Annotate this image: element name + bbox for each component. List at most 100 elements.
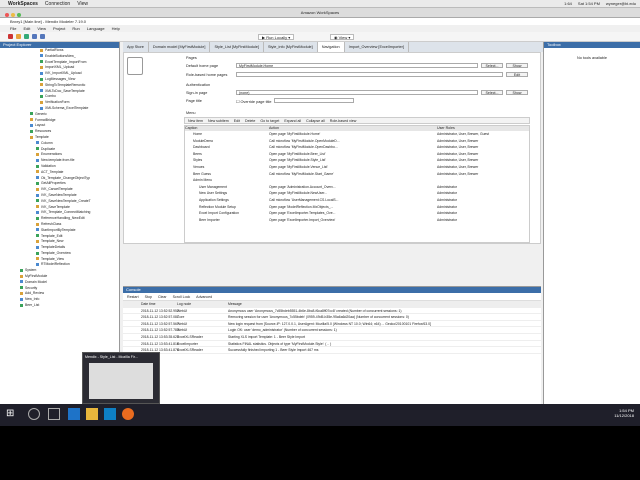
taskbar: ⊞ 1:54 PM 11/12/2018 bbox=[0, 404, 640, 426]
log-time: 2018-11-12 13:52:57.087 bbox=[141, 315, 179, 320]
new-subitem-button[interactable]: New subitem bbox=[208, 118, 229, 123]
open-icon[interactable] bbox=[16, 34, 21, 39]
log-message: New login request from [Source-IP: 127.0… bbox=[228, 321, 431, 326]
restart-button[interactable]: Restart bbox=[127, 293, 139, 300]
message-header[interactable]: Message bbox=[228, 301, 541, 307]
menu-edit[interactable]: Edit bbox=[23, 25, 30, 32]
tree-item-icon bbox=[40, 60, 43, 64]
tree-item-icon bbox=[36, 205, 39, 209]
select-signin-button[interactable]: Select... bbox=[481, 90, 503, 95]
tree-item-icon bbox=[40, 100, 43, 104]
expand-all-button[interactable]: Expand all bbox=[284, 118, 301, 123]
menu-connection[interactable]: Connection bbox=[45, 1, 70, 7]
delete-item-button[interactable]: Delete bbox=[245, 118, 255, 123]
console-row[interactable]: 2018-11-12 13:53:41.816 ExcelImporter Stat… bbox=[123, 341, 541, 348]
run-locally-button[interactable]: ▶ Run Locally ▾ bbox=[258, 34, 295, 40]
tree-item-icon bbox=[40, 77, 43, 81]
tree-item-icon bbox=[36, 257, 39, 261]
console-row[interactable]: 2018-11-12 13:53:35.623 ExcelXLSReader Sta… bbox=[123, 334, 541, 341]
view-button[interactable]: ◉ View ▾ bbox=[330, 34, 355, 40]
new-icon[interactable] bbox=[8, 34, 13, 39]
new-item-button[interactable]: New item bbox=[188, 118, 203, 123]
menu-item-row[interactable]: Reflection Module Setup Open page 'ModelR… bbox=[185, 204, 529, 211]
firefox-icon[interactable] bbox=[122, 408, 134, 420]
workspaces-app-name[interactable]: WorkSpaces bbox=[8, 1, 38, 7]
toolbox-panel: Toolbox No tools available bbox=[543, 42, 640, 404]
tab-domain-model[interactable]: Domain model [MyFirstModule] bbox=[149, 42, 211, 52]
menu-item-row[interactable]: Beer Guess Call microflow 'MyFirstModule.… bbox=[185, 171, 529, 178]
show-home-button[interactable]: Show bbox=[506, 63, 528, 68]
console-row[interactable]: 2018-11-12 13:52:57.567 WebUI New login re… bbox=[123, 321, 541, 328]
mendix-taskbar-icon[interactable] bbox=[104, 408, 116, 420]
edit-roles-button[interactable]: Edit bbox=[506, 72, 528, 77]
tree-item[interactable]: Beer_List bbox=[0, 303, 119, 309]
override-title-checkbox[interactable]: ☐ Override page title bbox=[236, 99, 272, 104]
start-icon[interactable]: ⊞ bbox=[6, 408, 18, 420]
menu-roles: Administrator, User, Brewer bbox=[437, 145, 479, 150]
console-row[interactable]: 2018-11-12 13:53:41.874 ExcelXLSReader Suc… bbox=[123, 347, 541, 354]
menu-item-row[interactable]: Excel Import Configuration Open page 'Exc… bbox=[185, 210, 529, 217]
menu-view-app[interactable]: View bbox=[37, 25, 46, 32]
tree-item-label: IVK_ImportXML_Upload bbox=[45, 71, 82, 76]
menu-file[interactable]: File bbox=[10, 25, 16, 32]
tab-style-info[interactable]: Style_info [MyFirstModule] bbox=[264, 42, 318, 52]
edit-item-button[interactable]: Edit bbox=[234, 118, 240, 123]
tree-item-icon bbox=[36, 251, 39, 255]
advanced-button[interactable]: Advanced bbox=[196, 293, 212, 300]
edge-icon[interactable] bbox=[68, 408, 80, 420]
go-to-target-button[interactable]: Go to target bbox=[260, 118, 279, 123]
log-message: Statistics FINAL statistics. Objects of … bbox=[228, 341, 332, 346]
console-row[interactable]: 2018-11-12 13:52:57.087 Core Removing sess… bbox=[123, 314, 541, 321]
tree-item-label: ReferenceHandling_NewEdit bbox=[41, 216, 85, 221]
workspaces-window-title: Amazon WorkSpaces bbox=[0, 8, 640, 18]
tab-import-overview[interactable]: Import_Overview [ExcelImporter] bbox=[345, 42, 409, 52]
menu-language[interactable]: Language bbox=[87, 25, 105, 32]
menu-item-row[interactable]: ModuleDemo Call microflow 'MyFirstModule.… bbox=[185, 138, 529, 145]
clear-button[interactable]: Clear bbox=[158, 293, 167, 300]
tab-navigation[interactable]: Navigation bbox=[317, 42, 345, 52]
task-view-icon[interactable] bbox=[48, 408, 60, 420]
tab-style-list[interactable]: Style_List [MyFirstModule] bbox=[210, 42, 264, 52]
scroll-lock-button[interactable]: Scroll Lock bbox=[173, 293, 191, 300]
page-title-field[interactable] bbox=[274, 98, 354, 103]
tree-item-label: ExcelTemplate_ImportFrom bbox=[45, 59, 87, 64]
default-home-field[interactable]: MyFirstModule.Home bbox=[236, 63, 478, 68]
role-based-view-button[interactable]: Role-based view bbox=[330, 118, 357, 123]
menu-item-row[interactable]: Styles Open page 'MyFirstModule.Style_Lis… bbox=[185, 157, 529, 164]
console-row[interactable]: 2018-11-12 13:52:52.952 WebUI Anonymous us… bbox=[123, 308, 541, 315]
menu-run[interactable]: Run bbox=[72, 25, 79, 32]
menu-item-row[interactable]: Beers Open page 'MyFirstModule.Beer_List'… bbox=[185, 151, 529, 158]
lognode-header[interactable]: Log node bbox=[177, 301, 228, 307]
redo-icon[interactable] bbox=[40, 34, 45, 39]
menu-help[interactable]: Help bbox=[112, 25, 120, 32]
select-home-button[interactable]: Select... bbox=[481, 63, 503, 68]
menu-item-row[interactable]: Application Settings Call microflow 'User… bbox=[185, 197, 529, 204]
menu-project[interactable]: Project bbox=[53, 25, 65, 32]
collapse-all-button[interactable]: Collapse all bbox=[306, 118, 325, 123]
datetime-header[interactable]: Date time bbox=[123, 301, 177, 307]
menu-item-row[interactable]: User Management Open page 'Administration… bbox=[185, 184, 529, 191]
role-based-field[interactable] bbox=[236, 72, 503, 77]
menu-item-row[interactable]: Venues Open page 'MyFirstModule.Venue_Lis… bbox=[185, 164, 529, 171]
menu-item-row[interactable]: Dashboard Call microflow 'MyFirstModule.O… bbox=[185, 144, 529, 151]
taskbar-clock[interactable]: 1:54 PM 11/12/2018 bbox=[614, 408, 634, 418]
tree-item-label: LogMessages_View bbox=[45, 76, 76, 81]
menu-item-row[interactable]: Beer Importer Open page 'ExcelImporter.Im… bbox=[185, 217, 529, 224]
signin-field[interactable]: (none) bbox=[236, 90, 478, 95]
menu-item-row[interactable]: Home Open page 'MyFirstModule.Home' Admini… bbox=[185, 131, 529, 138]
tree-item-icon bbox=[30, 118, 33, 122]
menu-item-row[interactable]: New User Settings Open page 'MyFirstModul… bbox=[185, 190, 529, 197]
save-icon[interactable] bbox=[24, 34, 29, 39]
menu-caption: User Management bbox=[199, 184, 227, 189]
show-signin-button[interactable]: Show bbox=[506, 90, 528, 95]
tab-app-store[interactable]: App Store bbox=[123, 42, 149, 52]
search-icon[interactable] bbox=[28, 408, 40, 420]
menu-item-row[interactable]: Admin Menu bbox=[185, 177, 529, 184]
taskbar-thumbnail[interactable]: Mendix - Style_List - Mozilla Fir... bbox=[82, 352, 160, 404]
navigation-editor: Pages Default home page MyFirstModule.Ho… bbox=[123, 52, 541, 244]
console-row[interactable]: 2018-11-12 13:52:57.783 WebUI Login OK: us… bbox=[123, 327, 541, 334]
menu-view[interactable]: View bbox=[77, 1, 88, 7]
undo-icon[interactable] bbox=[32, 34, 37, 39]
folder-icon[interactable] bbox=[86, 408, 98, 420]
stop-button[interactable]: Stop bbox=[145, 293, 152, 300]
